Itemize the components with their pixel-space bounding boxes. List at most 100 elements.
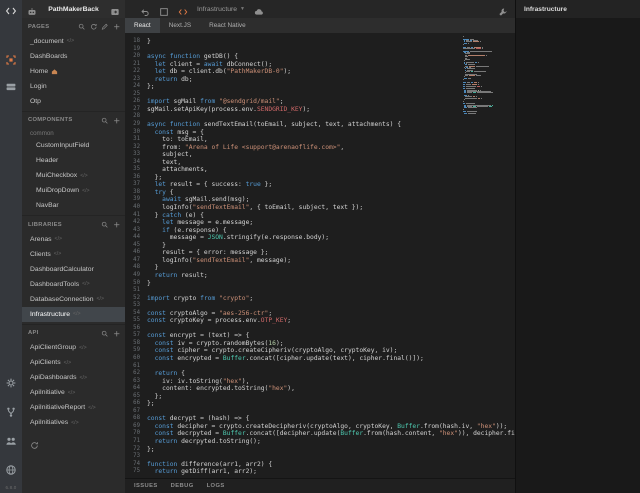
sidebar-item-arenas[interactable]: Arenas </> <box>22 232 125 247</box>
sidebar-item-infrastructure[interactable]: Infrastructure </> <box>22 306 125 322</box>
code-line: 55 const cryptoKey = process.env.OTP_KEY; <box>125 317 515 325</box>
code-line: 37 let result = { success: true }; <box>125 181 515 189</box>
code-text: import crypto from "crypto"; <box>147 294 254 302</box>
line-number: 33 <box>133 151 140 158</box>
frame-select-icon[interactable] <box>159 4 169 16</box>
plus-icon[interactable] <box>113 117 121 125</box>
sidebar-sections: PAGES _document </> DashBoards Home Login Otp C… <box>22 18 125 430</box>
search-icon[interactable] <box>101 330 109 338</box>
section-header-api: API <box>22 323 125 341</box>
sidebar-item-navbar[interactable]: NavBar <box>22 198 125 213</box>
plus-icon[interactable] <box>113 23 121 31</box>
line-number: 61 <box>133 362 140 369</box>
wrench-icon[interactable] <box>498 4 508 16</box>
refresh-icon[interactable] <box>90 23 98 31</box>
sidebar-item-clients[interactable]: Clients </> <box>22 247 125 262</box>
sidebar-item-apiclientgroup[interactable]: ApiClientGroup </> <box>22 340 125 355</box>
sidebar-item-otp[interactable]: Otp <box>22 94 125 109</box>
code-text: async function getDB() { <box>147 53 238 61</box>
line-number: 47 <box>133 256 140 263</box>
line-number: 24 <box>133 83 140 90</box>
line-number: 45 <box>133 241 140 248</box>
item-label: ApiClientGroup <box>30 344 77 351</box>
minimap[interactable] <box>463 36 493 114</box>
project-name[interactable]: PathMakerBack <box>48 6 99 13</box>
sidebar-item-home[interactable]: Home <box>22 64 125 79</box>
top-bar: PathMakerBack Infrastructure ▼ Infrastru… <box>22 0 640 18</box>
code-tag-icon[interactable] <box>178 4 188 15</box>
sidebar-item-dashboardtools[interactable]: DashboardTools </> <box>22 277 125 292</box>
sidebar-item-dashboards[interactable]: DashBoards <box>22 49 125 64</box>
tab-next-js[interactable]: Next.JS <box>160 18 200 33</box>
line-number: 30 <box>133 128 140 135</box>
item-label: Header <box>36 157 59 164</box>
undo-icon[interactable] <box>140 4 150 16</box>
code-line: 47 logInfo("sendTextEmail", message); <box>125 257 515 265</box>
code-text: } <box>147 279 151 287</box>
minimap-line <box>463 112 493 114</box>
sidebar-item-apiclients[interactable]: ApiClients </> <box>22 355 125 370</box>
sidebar-item-databaseconnection[interactable]: DatabaseConnection </> <box>22 292 125 307</box>
team-users-icon[interactable] <box>5 434 17 446</box>
robot-icon[interactable] <box>27 4 37 15</box>
pen-icon[interactable] <box>101 23 109 31</box>
line-number: 72 <box>133 445 140 452</box>
sidebar-item-header[interactable]: Header <box>22 153 125 168</box>
line-number: 70 <box>133 430 140 437</box>
code-view-icon[interactable] <box>5 4 17 16</box>
page-selector-dropdown[interactable]: Infrastructure ▼ <box>197 6 245 13</box>
globe-icon[interactable] <box>5 463 17 475</box>
search-icon[interactable] <box>101 117 109 125</box>
code-line: 54 const cryptoAlgo = "aes-256-ctr"; <box>125 310 515 318</box>
publish-icon[interactable] <box>110 4 120 15</box>
item-label: Infrastructure <box>30 310 71 318</box>
code-text: const cryptoAlgo = "aes-256-ctr"; <box>147 309 273 317</box>
line-number: 32 <box>133 143 140 150</box>
app-structure-icon[interactable] <box>5 53 17 65</box>
code-line: 69 const decipher = crypto.createDeciphe… <box>125 423 515 431</box>
line-number: 20 <box>133 53 140 60</box>
sidebar-item-login[interactable]: Login <box>22 79 125 94</box>
code-line: 28 <box>125 113 515 121</box>
sidebar-item-apiinitiative[interactable]: ApiInitiative </> <box>22 385 125 400</box>
settings-gear-icon[interactable] <box>5 376 17 388</box>
bottom-tab-issues[interactable]: ISSUES <box>134 483 158 489</box>
bottom-tab-debug[interactable]: DEBUG <box>171 483 194 489</box>
git-branch-icon[interactable] <box>5 405 17 417</box>
code-editor[interactable]: 18} 19 20 async function getDB() {21 let cl… <box>125 33 515 478</box>
code-text: } <box>147 38 151 45</box>
line-number: 69 <box>133 422 140 429</box>
code-line: 18} <box>125 38 515 46</box>
code-line: 44 message = JSON.stringify(e.response.b… <box>125 234 515 242</box>
code-line: 25 <box>125 91 515 99</box>
section-title: LIBRARIES <box>28 221 62 228</box>
item-label: NavBar <box>36 202 59 209</box>
code-text: result = { error: message }; <box>147 249 269 257</box>
code-text: return db; <box>154 75 193 83</box>
code-text: return { <box>154 370 185 378</box>
line-number: 49 <box>133 271 140 278</box>
bottom-tab-logs[interactable]: LOGS <box>207 483 225 489</box>
sidebar-item-custominputfield[interactable]: CustomInputField <box>22 138 125 153</box>
sidebar-item-apiinitiatives[interactable]: ApiInitiatives </> <box>22 415 125 430</box>
sidebar-item-muicheckbox[interactable]: MuiCheckbox </> <box>22 168 125 183</box>
tab-react-native[interactable]: React Native <box>200 18 255 33</box>
search-icon[interactable] <box>101 221 109 229</box>
sidebar-item-apiinitiativereport[interactable]: ApiInitiativeReport </> <box>22 400 125 415</box>
line-number: 21 <box>133 60 140 67</box>
plus-icon[interactable] <box>113 221 121 229</box>
tab-react[interactable]: React <box>125 18 160 33</box>
sidebar-item-dashboardcalculator[interactable]: DashboardCalculator <box>22 262 125 277</box>
item-label: Home <box>30 67 49 75</box>
sidebar-item-apidashboards[interactable]: ApiDashboards </> <box>22 370 125 385</box>
code-line: 56 <box>125 325 515 333</box>
sidebar-item--document[interactable]: _document </> <box>22 34 125 49</box>
server-panel-icon[interactable] <box>5 80 17 92</box>
search-icon[interactable] <box>78 23 86 31</box>
sidebar-item-muidropdown[interactable]: MuiDropDown </> <box>22 183 125 198</box>
sidebar-refresh-button[interactable] <box>30 437 39 449</box>
item-label: DashboardTools <box>30 280 80 288</box>
plus-icon[interactable] <box>113 330 121 338</box>
code-tag: </> <box>71 419 79 426</box>
cloud-upload-icon[interactable] <box>254 4 264 15</box>
